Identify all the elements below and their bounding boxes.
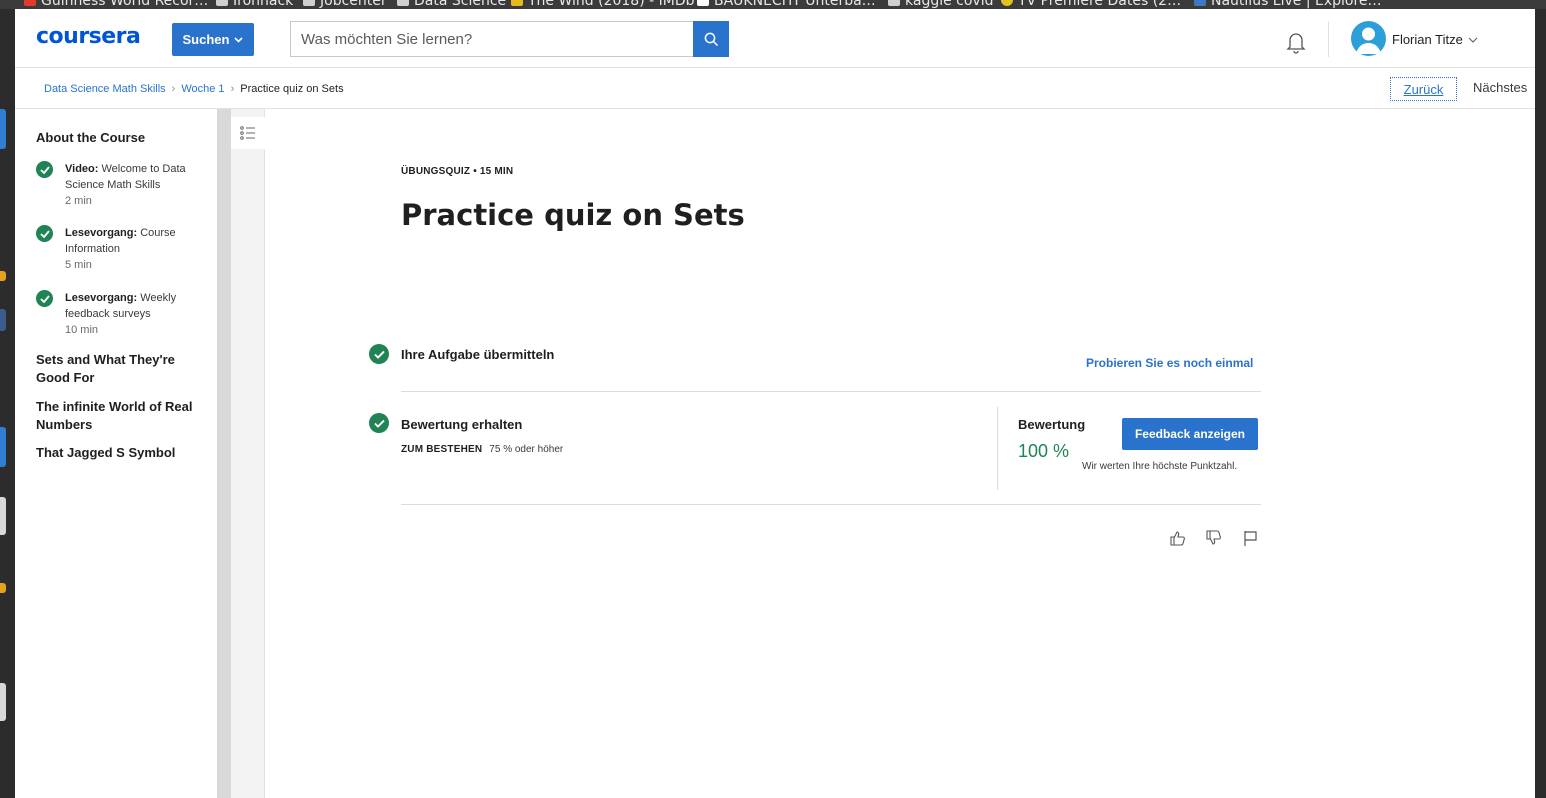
submit-step-label: Ihre Aufgabe übermitteln bbox=[401, 347, 555, 362]
user-name: Florian Titze bbox=[1392, 32, 1463, 47]
sidebar-item-duration: 10 min bbox=[65, 324, 99, 336]
bookmark-item[interactable]: Ironhack bbox=[216, 0, 293, 9]
breadcrumb-current: Practice quiz on Sets bbox=[240, 83, 344, 95]
coursera-logo[interactable]: coursera bbox=[36, 24, 141, 49]
search-icon bbox=[704, 32, 718, 46]
grade-note: Wir werten Ihre höchste Punktzahl. bbox=[1082, 461, 1238, 472]
next-item-button[interactable]: Nächstes bbox=[1473, 80, 1527, 95]
coursera-app: coursera Suchen Was möchten Sie lernen? … bbox=[15, 9, 1535, 798]
avatar[interactable] bbox=[1351, 21, 1386, 56]
grade-divider bbox=[997, 407, 998, 490]
sidebar-item-label: Video: Welcome to Data Science Math Skil… bbox=[65, 163, 186, 191]
list-icon bbox=[240, 126, 255, 140]
user-menu[interactable]: Florian Titze bbox=[1392, 32, 1478, 47]
breadcrumb-bar: Data Science Math Skills › Woche 1 › Pra… bbox=[15, 68, 1535, 109]
sidebar-item-duration: 5 min bbox=[65, 259, 92, 271]
dock-app-icon[interactable] bbox=[0, 683, 6, 721]
previous-item-button[interactable]: Zurück bbox=[1390, 77, 1457, 101]
dock-app-icon[interactable] bbox=[0, 271, 6, 281]
dock-app-icon[interactable] bbox=[0, 427, 6, 467]
bell-icon[interactable] bbox=[1285, 30, 1307, 54]
breadcrumb: Data Science Math Skills › Woche 1 › Pra… bbox=[44, 83, 344, 95]
dock-app-icon[interactable] bbox=[0, 583, 6, 593]
page-scrollbar[interactable] bbox=[1535, 9, 1546, 798]
sidebar-item-video[interactable]: Video: Welcome to Data Science Math Skil… bbox=[36, 161, 206, 217]
sidebar-item-duration: 2 min bbox=[65, 195, 92, 207]
top-header: coursera Suchen Was möchten Sie lernen? … bbox=[15, 9, 1535, 68]
bookmark-item[interactable]: Data Science bbox=[397, 0, 506, 9]
sidebar-section-about[interactable]: About the Course bbox=[36, 129, 206, 147]
sidebar-section-jagged-s[interactable]: That Jagged S Symbol bbox=[36, 444, 206, 462]
checkmark-icon bbox=[36, 225, 53, 242]
view-feedback-button[interactable]: Feedback anzeigen bbox=[1122, 418, 1258, 450]
grade-step-label: Bewertung erhalten bbox=[401, 417, 523, 432]
sidebar-item-reading[interactable]: Lesevorgang: Course Information 5 min bbox=[36, 225, 206, 281]
thumbs-down-icon[interactable] bbox=[1205, 529, 1223, 547]
pass-label: ZUM BESTEHEN bbox=[401, 444, 483, 455]
grade-label: Bewertung bbox=[1018, 417, 1086, 432]
sidebar-section-sets[interactable]: Sets and What They're Good For bbox=[36, 351, 206, 387]
sidebar-item-reading[interactable]: Lesevorgang: Weekly feedback surveys 10 … bbox=[36, 290, 206, 346]
bookmark-item[interactable]: BAUKNECHT Unterba… bbox=[697, 0, 876, 9]
user-silhouette-icon bbox=[1356, 27, 1381, 54]
bookmark-item[interactable]: kaggle covid bbox=[888, 0, 994, 9]
feedback-actions bbox=[1169, 529, 1259, 547]
bookmark-item[interactable]: Nautilus Live | Explore… bbox=[1194, 0, 1382, 9]
toc-rail bbox=[231, 109, 265, 798]
dock-app-icon[interactable] bbox=[0, 309, 6, 331]
passing-requirement: ZUM BESTEHEN 75 % oder höher bbox=[401, 444, 563, 455]
os-dock bbox=[0, 9, 15, 798]
retry-link[interactable]: Probieren Sie es noch einmal bbox=[1086, 356, 1253, 370]
divider bbox=[401, 504, 1261, 505]
header-divider bbox=[1328, 21, 1329, 57]
breadcrumb-week-link[interactable]: Woche 1 bbox=[181, 83, 224, 95]
chevron-right-icon: › bbox=[230, 83, 235, 95]
sidebar-item-label: Lesevorgang: Course Information bbox=[65, 227, 176, 255]
dock-app-icon[interactable] bbox=[0, 497, 6, 535]
toc-toggle-button[interactable] bbox=[231, 117, 265, 149]
bookmark-item[interactable]: Jobcenter bbox=[303, 0, 387, 9]
sidebar-item-label: Lesevorgang: Weekly feedback surveys bbox=[65, 292, 177, 320]
chevron-right-icon: › bbox=[171, 83, 176, 95]
sidebar-resize-handle[interactable] bbox=[218, 109, 231, 798]
thumbs-up-icon[interactable] bbox=[1169, 529, 1187, 547]
checkmark-icon bbox=[36, 161, 53, 178]
chevron-down-icon bbox=[1468, 37, 1478, 43]
course-outline-sidebar: About the Course Video: Welcome to Data … bbox=[15, 109, 218, 798]
item-type-label: ÜBUNGSQUIZ • 15 MIN bbox=[401, 166, 514, 177]
bookmarks-bar: Guinness World Recor… Ironhack Jobcenter… bbox=[0, 0, 1546, 9]
explore-dropdown-button[interactable]: Suchen bbox=[172, 23, 254, 56]
page-title: Practice quiz on Sets bbox=[401, 198, 745, 232]
bookmark-item[interactable]: TV Premiere Dates (2… bbox=[1001, 0, 1181, 9]
breadcrumb-course-link[interactable]: Data Science Math Skills bbox=[44, 83, 166, 95]
quiz-content: ÜBUNGSQUIZ • 15 MIN Practice quiz on Set… bbox=[266, 109, 1535, 798]
sidebar-section-real-numbers[interactable]: The infinite World of Real Numbers bbox=[36, 398, 206, 434]
flag-icon[interactable] bbox=[1241, 529, 1259, 547]
dock-app-icon[interactable] bbox=[0, 109, 6, 149]
checkmark-icon bbox=[369, 413, 389, 433]
search-input[interactable]: Was möchten Sie lernen? bbox=[290, 21, 693, 57]
explore-button-label: Suchen bbox=[182, 32, 230, 47]
checkmark-icon bbox=[369, 344, 389, 364]
pass-value: 75 % oder höher bbox=[489, 444, 564, 455]
bookmark-item[interactable]: Guinness World Recor… bbox=[24, 0, 208, 9]
chevron-down-icon bbox=[234, 36, 244, 43]
search-submit-button[interactable] bbox=[693, 21, 729, 57]
bookmark-item[interactable]: The Wind (2018) - IMDb bbox=[511, 0, 695, 9]
checkmark-icon bbox=[36, 290, 53, 307]
divider bbox=[401, 391, 1261, 392]
grade-value: 100 % bbox=[1018, 441, 1070, 461]
